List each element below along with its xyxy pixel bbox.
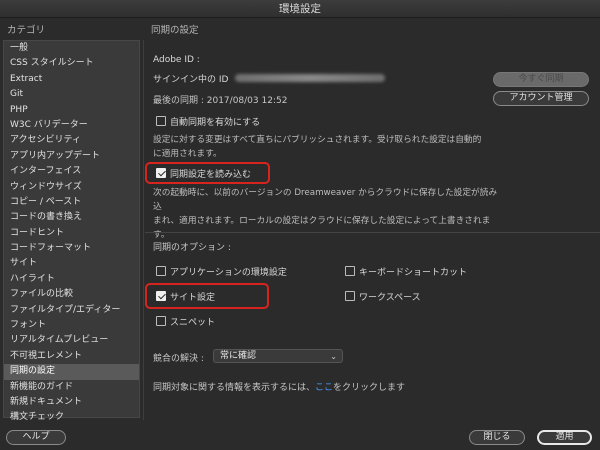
sidebar-item[interactable]: アプリ内アップデート (4, 149, 139, 164)
workspace-label: ワークスペース (359, 293, 421, 303)
app-prefs-checkbox[interactable] (156, 266, 166, 276)
auto-sync-desc-line1: 設定に対する変更はすべて直ちにパブリッシュされます。受け取られた設定は自動的 (153, 135, 482, 145)
sidebar-item[interactable]: インターフェイス (4, 164, 139, 179)
sidebar-item[interactable]: ウィンドウサイズ (4, 180, 139, 195)
import-description: 次の起動時に、以前のバージョンの Dreamweaver からクラウドに保存した… (153, 186, 499, 242)
panel-title: 同期の設定 (151, 25, 199, 36)
sidebar-item[interactable]: 新機能のガイド (4, 380, 139, 395)
auto-sync-description: 設定に対する変更はすべて直ちにパブリッシュされます。受け取られた設定は自動的 に… (153, 133, 493, 161)
divider (143, 40, 144, 420)
account-manage-button[interactable]: アカウント管理 (493, 91, 589, 106)
sidebar-item[interactable]: 新規ドキュメント (4, 395, 139, 410)
section-divider (145, 232, 600, 233)
sync-options-header: 同期のオプション : (153, 243, 231, 253)
signin-id-label: サインイン中の ID (153, 75, 229, 85)
sidebar-item[interactable]: 同期の設定 (4, 364, 139, 380)
sidebar-item[interactable]: CSS スタイルシート (4, 56, 139, 71)
info-text-suffix: をクリックします (333, 383, 406, 393)
sidebar-item[interactable]: アクセシビリティ (4, 133, 139, 148)
conflict-label: 競合の解決 : (153, 354, 204, 364)
sidebar-header: カテゴリ (7, 25, 46, 36)
conflict-resolution-value: 常に確認 (220, 351, 257, 361)
sidebar-item[interactable]: ハイライト (4, 272, 139, 287)
sidebar-item[interactable]: コードの書き換え (4, 210, 139, 225)
blurred-account-id (235, 74, 385, 82)
sync-now-button[interactable]: 今すぐ同期 (493, 72, 589, 87)
sidebar-item[interactable]: Extract (4, 72, 139, 87)
sidebar-item[interactable]: W3C バリデーター (4, 118, 139, 133)
adobe-id-label: Adobe ID : (153, 55, 200, 65)
last-sync-text: 最後の同期 : 2017/08/03 12:52 (153, 96, 288, 106)
import-desc-line1: 次の起動時に、以前のバージョンの Dreamweaver からクラウドに保存した… (153, 188, 498, 212)
info-link[interactable]: ここ (315, 383, 333, 393)
info-text: 同期対象に関する情報を表示するには、ここをクリックします (153, 380, 405, 393)
sidebar-item[interactable]: コードフォーマット (4, 241, 139, 256)
keyboard-shortcuts-label: キーボードショートカット (359, 268, 468, 278)
import-sync-label: 同期設定を読み込む (170, 170, 252, 180)
sidebar-item[interactable]: フォント (4, 318, 139, 333)
help-button[interactable]: ヘルプ (6, 430, 66, 445)
keyboard-shortcuts-checkbox[interactable] (345, 266, 355, 276)
sidebar-item[interactable]: サイト (4, 256, 139, 271)
sidebar-item[interactable]: ファイルタイプ/エディター (4, 303, 139, 318)
app-prefs-label: アプリケーションの環境設定 (170, 268, 287, 278)
sidebar-item[interactable]: ファイルの比較 (4, 287, 139, 302)
chevron-down-icon: ⌄ (330, 352, 337, 361)
auto-sync-desc-line2: に適用されます。 (153, 149, 222, 159)
sidebar-item[interactable]: コードヒント (4, 226, 139, 241)
sidebar-item[interactable]: 不可視エレメント (4, 349, 139, 364)
site-settings-checkbox[interactable] (156, 291, 166, 301)
info-text-prefix: 同期対象に関する情報を表示するには、 (153, 383, 316, 393)
sidebar-item[interactable]: Git (4, 87, 139, 102)
workspace-checkbox[interactable] (345, 291, 355, 301)
sidebar-item[interactable]: リアルタイムプレビュー (4, 333, 139, 348)
snippets-checkbox[interactable] (156, 316, 166, 326)
close-button[interactable]: 閉じる (469, 430, 525, 445)
snippets-label: スニペット (170, 318, 216, 328)
sidebar-item[interactable]: 一般 (4, 41, 139, 56)
auto-sync-checkbox[interactable] (156, 116, 166, 126)
sidebar-item[interactable]: PHP (4, 103, 139, 118)
sidebar-item[interactable]: 構文チェック (4, 410, 139, 425)
site-settings-label: サイト設定 (170, 293, 216, 303)
apply-button[interactable]: 適用 (537, 430, 592, 445)
auto-sync-label: 自動同期を有効にする (170, 118, 261, 128)
import-sync-checkbox[interactable] (156, 168, 166, 178)
category-list[interactable]: 一般 CSS スタイルシート Extract Git PHP W3C バリデーター アクセシ… (3, 40, 140, 422)
sidebar-item[interactable]: コピー / ペースト (4, 195, 139, 210)
conflict-resolution-select[interactable]: 常に確認 ⌄ (213, 349, 343, 363)
import-desc-line2: まれ、適用されます。ローカルの設定はクラウドに保存した設定によって上書きされま (153, 216, 491, 226)
settings-panel: 同期の設定 Adobe ID : サインイン中の ID 最後の同期 : 2017… (145, 0, 600, 450)
